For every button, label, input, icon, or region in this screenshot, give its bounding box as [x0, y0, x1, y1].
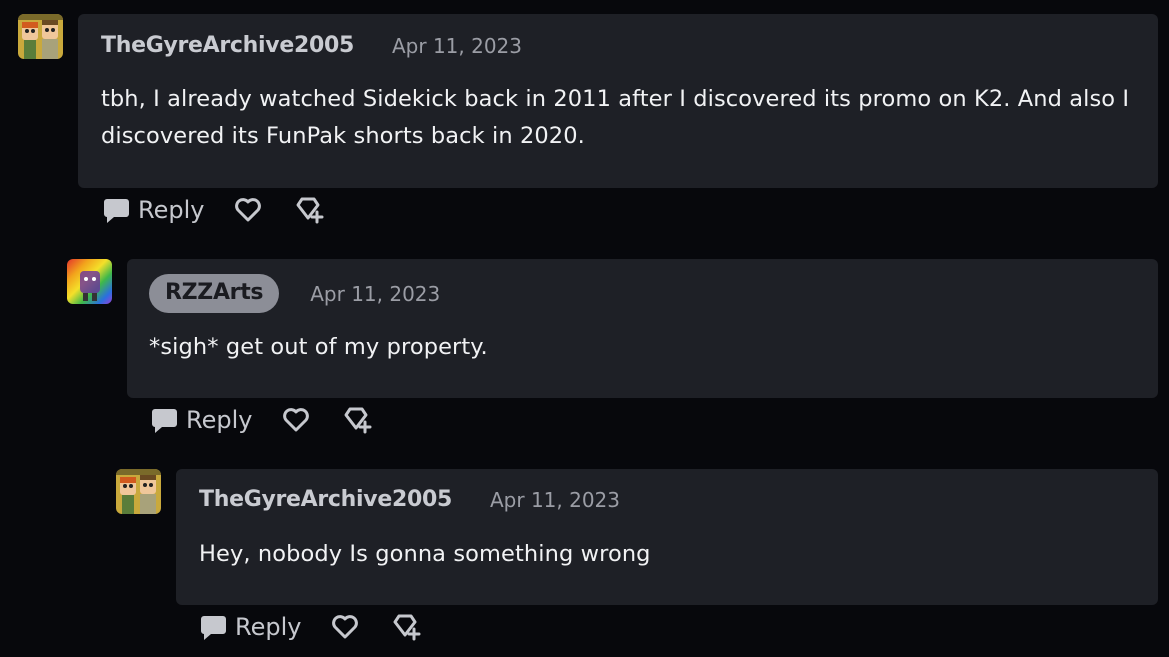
avatar[interactable] — [18, 14, 63, 59]
reply-label: Reply — [235, 613, 302, 641]
comment-meta: TheGyreArchive2005 Apr 11, 2023 — [101, 33, 522, 58]
avatar-cartoon-duo-icon — [18, 14, 63, 59]
comment-actions: Reply — [200, 613, 421, 641]
username-link[interactable]: TheGyreArchive2005 — [199, 487, 452, 512]
heart-icon[interactable] — [282, 407, 310, 433]
speech-bubble-icon — [201, 615, 226, 640]
reply-button[interactable]: Reply — [151, 406, 252, 434]
comment-actions: Reply — [151, 406, 372, 434]
comment-date: Apr 11, 2023 — [310, 281, 441, 306]
speech-bubble-icon — [152, 408, 177, 433]
gift-award-icon[interactable] — [294, 196, 324, 224]
comment-text: tbh, I already watched Sidekick back in … — [101, 86, 1130, 149]
comment-date: Apr 11, 2023 — [489, 487, 621, 512]
avatar-cartoon-duo-icon — [116, 469, 161, 514]
comment-text: Hey, nobody Is gonna something wrong — [199, 541, 651, 567]
reply-label: Reply — [138, 196, 205, 224]
gift-award-icon[interactable] — [391, 613, 421, 641]
avatar[interactable] — [116, 469, 161, 514]
comment-meta: RZZArts Apr 11, 2023 — [149, 274, 440, 313]
comment-actions: Reply — [103, 196, 324, 224]
username-link[interactable]: RZZArts — [149, 274, 280, 313]
reply-button[interactable]: Reply — [200, 613, 301, 641]
comment-text: *sigh* get out of my property. — [149, 334, 488, 360]
comment-bubble: TheGyreArchive2005 Apr 11, 2023 tbh, I a… — [78, 14, 1158, 188]
gift-award-icon[interactable] — [342, 406, 372, 434]
username-link[interactable]: TheGyreArchive2005 — [101, 33, 354, 58]
heart-icon[interactable] — [234, 197, 262, 223]
comment-bubble: TheGyreArchive2005 Apr 11, 2023 Hey, nob… — [176, 469, 1158, 605]
comment-date: Apr 11, 2023 — [391, 33, 523, 58]
avatar[interactable] — [67, 259, 112, 304]
reply-label: Reply — [186, 406, 253, 434]
heart-icon[interactable] — [331, 614, 359, 640]
comment-bubble: RZZArts Apr 11, 2023 *sigh* get out of m… — [127, 259, 1158, 398]
speech-bubble-icon — [104, 198, 129, 223]
reply-button[interactable]: Reply — [103, 196, 204, 224]
avatar-rainbow-icon — [67, 259, 112, 304]
comment-meta: TheGyreArchive2005 Apr 11, 2023 — [199, 487, 620, 512]
